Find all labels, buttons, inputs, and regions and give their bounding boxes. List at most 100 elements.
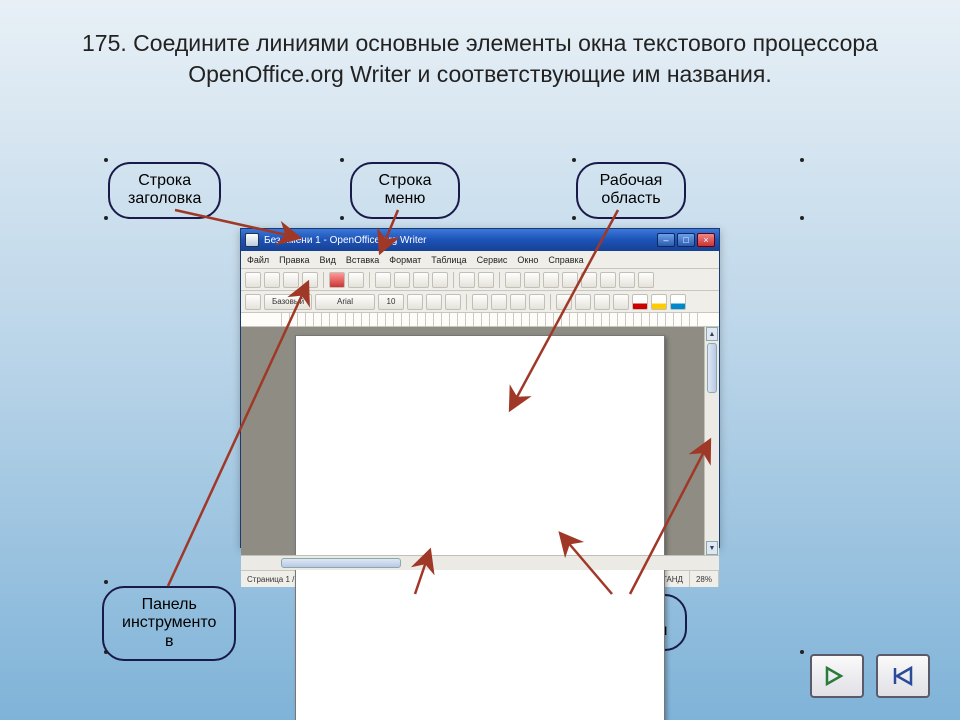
spellcheck-icon[interactable] [375, 272, 391, 288]
dot [800, 650, 804, 654]
copy-icon[interactable] [413, 272, 429, 288]
label-text: меню [370, 190, 440, 208]
label-text: Рабочая [596, 172, 666, 190]
first-slide-button[interactable] [876, 654, 930, 698]
label-menu-bar[interactable]: Строка меню [350, 162, 460, 219]
justify-icon[interactable] [529, 294, 545, 310]
hyperlink-icon[interactable] [505, 272, 521, 288]
work-area[interactable]: ▲ ▼ [241, 327, 719, 555]
menu-item[interactable]: Формат [389, 255, 421, 265]
zoom-icon[interactable] [619, 272, 635, 288]
separator [323, 272, 324, 288]
document-page[interactable] [295, 335, 665, 720]
horizontal-scrollbar[interactable] [241, 555, 719, 570]
bullets-icon[interactable] [575, 294, 591, 310]
pdf-icon[interactable] [329, 272, 345, 288]
label-workarea[interactable]: Рабочая область [576, 162, 686, 219]
print-icon[interactable] [348, 272, 364, 288]
styles-icon[interactable] [245, 294, 261, 310]
save-icon[interactable] [283, 272, 299, 288]
menu-item[interactable]: Таблица [431, 255, 466, 265]
open-icon[interactable] [264, 272, 280, 288]
status-zoom: 28% [690, 571, 719, 587]
menu-item[interactable]: Окно [517, 255, 538, 265]
align-right-icon[interactable] [510, 294, 526, 310]
separator [550, 294, 551, 310]
decrease-indent-icon[interactable] [594, 294, 610, 310]
dot [104, 216, 108, 220]
new-icon[interactable] [245, 272, 261, 288]
menu-item[interactable]: Справка [548, 255, 583, 265]
table-icon[interactable] [524, 272, 540, 288]
cut-icon[interactable] [394, 272, 410, 288]
chart-icon[interactable] [543, 272, 559, 288]
menu-item[interactable]: Вставка [346, 255, 379, 265]
dot [104, 650, 108, 654]
navigator-icon[interactable] [581, 272, 597, 288]
dot [104, 158, 108, 162]
task-heading: 175. Соедините линиями основные элементы… [60, 28, 900, 90]
separator [499, 272, 500, 288]
find-icon[interactable] [562, 272, 578, 288]
align-center-icon[interactable] [491, 294, 507, 310]
label-title-bar[interactable]: Строка заголовка [108, 162, 221, 219]
mail-icon[interactable] [302, 272, 318, 288]
label-text: в [122, 633, 216, 651]
window-title: Без имени 1 - OpenOffice.org Writer [264, 235, 427, 246]
scrollbar-thumb[interactable] [281, 558, 401, 568]
menu-item[interactable]: Правка [279, 255, 309, 265]
separator [466, 294, 467, 310]
separator [369, 272, 370, 288]
next-slide-button[interactable] [810, 654, 864, 698]
label-text: Панель [122, 596, 216, 614]
paste-icon[interactable] [432, 272, 448, 288]
label-text: инструменто [122, 614, 216, 632]
help-icon[interactable] [638, 272, 654, 288]
numbering-icon[interactable] [556, 294, 572, 310]
gallery-icon[interactable] [600, 272, 616, 288]
horizontal-ruler[interactable] [241, 313, 719, 327]
highlight-icon[interactable] [651, 294, 667, 310]
menu-bar[interactable]: Файл Правка Вид Вставка Формат Таблица С… [241, 251, 719, 269]
undo-icon[interactable] [459, 272, 475, 288]
font-select[interactable]: Arial [315, 294, 375, 310]
redo-icon[interactable] [478, 272, 494, 288]
menu-item[interactable]: Сервис [477, 255, 508, 265]
bold-icon[interactable] [407, 294, 423, 310]
title-bar: Без имени 1 - OpenOffice.org Writer – □ … [241, 229, 719, 251]
app-icon [245, 233, 259, 247]
close-button[interactable]: × [697, 233, 715, 247]
menu-item[interactable]: Вид [320, 255, 336, 265]
label-text: область [596, 190, 666, 208]
font-color-icon[interactable] [632, 294, 648, 310]
style-select[interactable]: Базовый [264, 294, 312, 310]
separator [453, 272, 454, 288]
bg-color-icon[interactable] [670, 294, 686, 310]
menu-item[interactable]: Файл [247, 255, 269, 265]
dot [800, 216, 804, 220]
italic-icon[interactable] [426, 294, 442, 310]
writer-window: Без имени 1 - OpenOffice.org Writer – □ … [240, 228, 720, 548]
label-text: заголовка [128, 190, 201, 208]
underline-icon[interactable] [445, 294, 461, 310]
scroll-down-icon[interactable]: ▼ [706, 541, 718, 555]
maximize-button[interactable]: □ [677, 233, 695, 247]
vertical-scrollbar[interactable]: ▲ ▼ [704, 327, 719, 555]
minimize-button[interactable]: – [657, 233, 675, 247]
label-toolbar[interactable]: Панель инструменто в [102, 586, 236, 661]
size-select[interactable]: 10 [378, 294, 404, 310]
dot [572, 158, 576, 162]
label-text: Строка [370, 172, 440, 190]
align-left-icon[interactable] [472, 294, 488, 310]
dot [572, 216, 576, 220]
standard-toolbar[interactable] [241, 269, 719, 291]
dot [340, 216, 344, 220]
scroll-up-icon[interactable]: ▲ [706, 327, 718, 341]
increase-indent-icon[interactable] [613, 294, 629, 310]
scrollbar-thumb[interactable] [707, 343, 717, 393]
dot [800, 158, 804, 162]
label-text: Строка [128, 172, 201, 190]
slide-nav [810, 654, 930, 698]
formatting-toolbar[interactable]: Базовый Arial 10 [241, 291, 719, 313]
dot [340, 158, 344, 162]
